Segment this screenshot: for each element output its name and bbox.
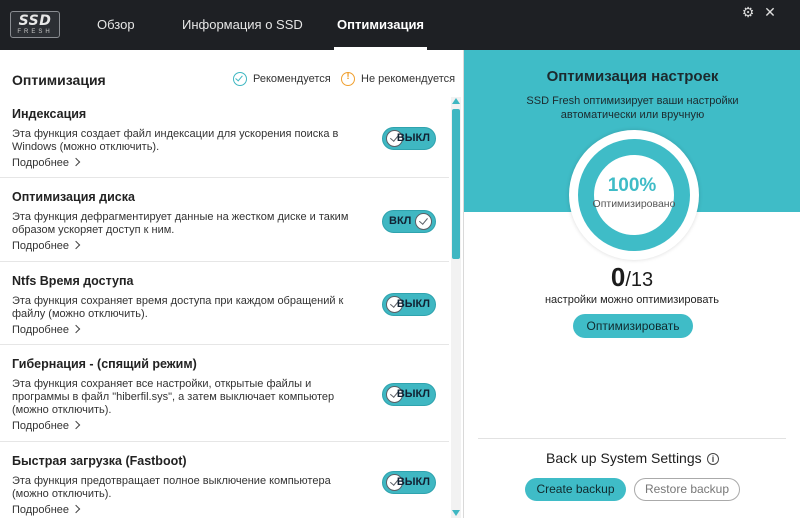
scroll-up-icon[interactable] (452, 98, 460, 104)
item-description: Эта функция предотвращает полное выключе… (12, 475, 331, 500)
scroll-thumb[interactable] (452, 109, 460, 259)
settings-list: Индексация Эта функция создает файл инде… (0, 95, 449, 518)
item-description: Эта функция сохраняет все настройки, отк… (12, 378, 335, 416)
legend-not-recommended: Не рекомендуется (341, 71, 456, 86)
list-scrollbar[interactable] (451, 97, 461, 518)
tab-overview[interactable]: Обзор (97, 0, 135, 50)
restore-backup-button[interactable]: Restore backup (634, 478, 740, 501)
list-item: Оптимизация диска Эта функция дефрагмент… (0, 178, 449, 262)
toggle-hibernation[interactable]: ВЫКЛ (382, 383, 436, 406)
chevron-right-icon (71, 324, 81, 334)
logo-subtext: FRESH (17, 29, 53, 35)
more-link-label: Подробнее (12, 504, 70, 516)
toggle-state: ВКЛ (389, 215, 412, 227)
section-title: Оптимизация (12, 72, 106, 88)
divider (478, 438, 786, 439)
toggle-state: ВЫКЛ (396, 298, 430, 310)
more-link[interactable]: Подробнее (12, 504, 81, 516)
optimizable-count: 0/13 (464, 262, 800, 293)
count-total: /13 (625, 269, 654, 291)
item-title: Индексация (12, 107, 87, 121)
progress-label: Оптимизировано (592, 198, 676, 210)
create-backup-button[interactable]: Create backup (525, 478, 626, 501)
list-item: Быстрая загрузка (Fastboot) Эта функция … (0, 442, 449, 518)
chevron-right-icon (71, 504, 81, 514)
item-title: Быстрая загрузка (Fastboot) (12, 454, 187, 468)
optimize-button[interactable]: Оптимизировать (573, 314, 693, 338)
more-link-label: Подробнее (12, 420, 70, 432)
toggle-indexing[interactable]: ВЫКЛ (382, 127, 436, 150)
check-icon (415, 213, 432, 230)
list-item: Гибернация - (спящий режим) Эта функция … (0, 345, 449, 442)
app-logo: SSD FRESH (10, 11, 60, 38)
item-title: Оптимизация диска (12, 190, 135, 204)
item-title: Гибернация - (спящий режим) (12, 357, 197, 371)
check-circle-icon (233, 72, 247, 86)
toggle-state: ВЫКЛ (396, 132, 430, 144)
progress-percent: 100% (607, 175, 657, 196)
more-link-label: Подробнее (12, 157, 70, 169)
toggle-fastboot[interactable]: ВЫКЛ (382, 471, 436, 494)
count-value: 0 (610, 262, 626, 292)
more-link-label: Подробнее (12, 324, 70, 336)
logo-text: SSD (18, 13, 52, 29)
toggle-state: ВЫКЛ (396, 388, 430, 400)
legend-not-recommended-label: Не рекомендуется (361, 73, 456, 85)
title-bar: SSD FRESH Обзор Информация о SSD Оптимиз… (0, 0, 800, 50)
count-label: настройки можно оптимизировать (544, 294, 720, 306)
item-title: Ntfs Время доступа (12, 274, 134, 288)
close-icon[interactable]: ✕ (762, 4, 778, 20)
list-item: Индексация Эта функция создает файл инде… (0, 95, 449, 178)
toggle-ntfs-access-time[interactable]: ВЫКЛ (382, 293, 436, 316)
chevron-right-icon (71, 420, 81, 430)
tab-ssd-info[interactable]: Информация о SSD (182, 0, 303, 50)
summary-description: SSD Fresh оптимизирует ваши настройки ав… (526, 95, 739, 121)
more-link-label: Подробнее (12, 240, 70, 252)
legend-recommended: Рекомендуется (233, 72, 331, 86)
item-description: Эта функция сохраняет время доступа при … (12, 295, 344, 320)
legend-recommended-label: Рекомендуется (253, 73, 331, 85)
item-description: Эта функция создает файл индексации для … (12, 128, 339, 153)
info-icon[interactable]: i (707, 453, 719, 465)
list-item: Ntfs Время доступа Эта функция сохраняет… (0, 262, 449, 345)
summary-title: Оптимизация настроек (546, 68, 719, 85)
item-description: Эта функция дефрагментирует данные на же… (12, 211, 349, 236)
optimization-summary-panel: Оптимизация настроек SSD Fresh оптимизир… (463, 50, 800, 518)
toggle-disk-optimization[interactable]: ВКЛ (382, 210, 436, 233)
more-link[interactable]: Подробнее (12, 420, 81, 432)
optimization-list-panel: Оптимизация Рекомендуется Не рекомендует… (0, 50, 463, 518)
scroll-down-icon[interactable] (452, 510, 460, 516)
backup-title: Back up System Settings (546, 450, 702, 466)
gear-icon[interactable]: ⚙ (740, 4, 756, 20)
more-link[interactable]: Подробнее (12, 240, 81, 252)
warning-circle-icon (341, 71, 355, 86)
tab-optimization[interactable]: Оптимизация (333, 0, 428, 50)
chevron-right-icon (71, 157, 81, 167)
chevron-right-icon (71, 240, 81, 250)
toggle-state: ВЫКЛ (396, 476, 430, 488)
more-link[interactable]: Подробнее (12, 157, 81, 169)
more-link[interactable]: Подробнее (12, 324, 81, 336)
